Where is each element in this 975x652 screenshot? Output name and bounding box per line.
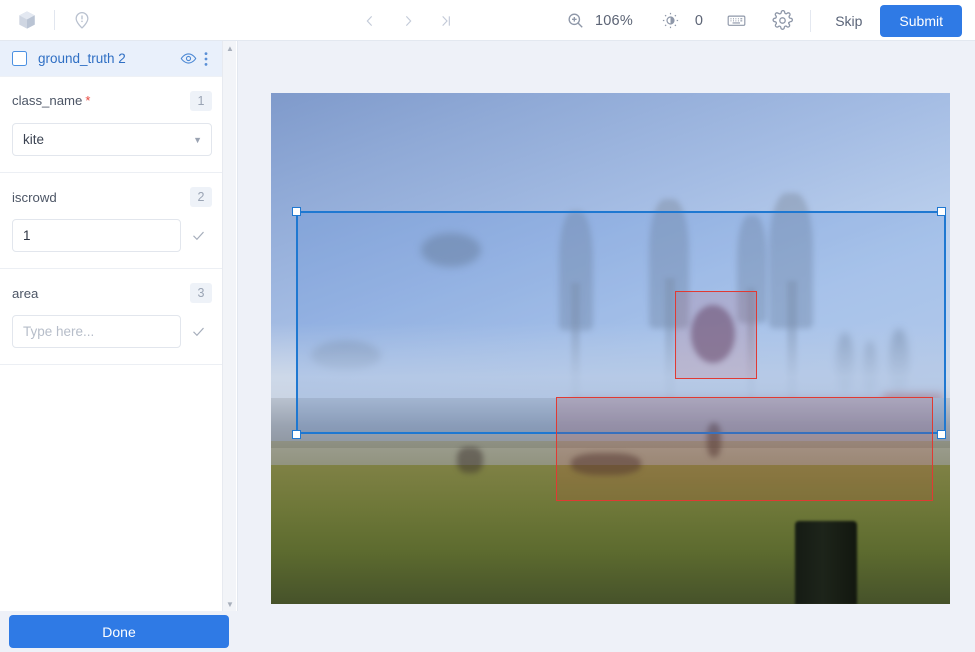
- brightness-value: 0: [694, 12, 704, 29]
- field-area: area 3: [0, 269, 224, 365]
- keyboard-icon[interactable]: [724, 9, 748, 33]
- last-image-button[interactable]: [434, 9, 458, 33]
- class-name-select[interactable]: kite ▼: [12, 123, 212, 156]
- done-button[interactable]: Done: [9, 615, 229, 648]
- scroll-down-arrow-icon[interactable]: ▼: [223, 597, 237, 611]
- zoom-control-group: 106%: [564, 10, 633, 32]
- field-area-badge: 3: [190, 283, 212, 303]
- field-area-row: [12, 315, 212, 348]
- iscrowd-input[interactable]: [12, 219, 181, 252]
- field-iscrowd-badge: 2: [190, 187, 212, 207]
- chevron-down-icon: ▼: [193, 134, 202, 145]
- field-class-name-header: class_name * 1: [12, 91, 212, 111]
- bbox-handle-top-right[interactable]: [937, 207, 946, 216]
- gear-icon[interactable]: [770, 9, 794, 33]
- bbox-kite[interactable]: [675, 291, 757, 379]
- field-iscrowd: iscrowd 2: [0, 173, 224, 269]
- next-image-button[interactable]: [396, 9, 420, 33]
- more-vertical-icon[interactable]: [198, 49, 214, 69]
- field-class-name: class_name * 1 kite ▼: [0, 77, 224, 173]
- bbox-crowd[interactable]: [556, 397, 933, 501]
- trash-bin-object: [795, 521, 857, 604]
- field-area-header: area 3: [12, 283, 212, 303]
- submit-button[interactable]: Submit: [880, 4, 962, 37]
- bbox-handle-bottom-left[interactable]: [292, 430, 301, 439]
- image-canvas-area[interactable]: [239, 41, 975, 652]
- previous-image-button[interactable]: [358, 9, 382, 33]
- field-iscrowd-header: iscrowd 2: [12, 187, 212, 207]
- toolbar-divider: [54, 10, 55, 30]
- sidebar-scroll-region: ground_truth 2 class_name * 1 kite ▼ isc…: [0, 41, 224, 611]
- field-class-name-label: class_name: [12, 93, 83, 108]
- eye-icon[interactable]: [178, 49, 198, 69]
- annotation-sidebar: ground_truth 2 class_name * 1 kite ▼ isc…: [0, 41, 238, 652]
- entity-header-ground-truth[interactable]: ground_truth 2: [0, 41, 224, 77]
- area-input[interactable]: [12, 315, 181, 348]
- field-iscrowd-label: iscrowd: [12, 189, 57, 205]
- skip-button[interactable]: Skip: [825, 7, 872, 35]
- bbox-handle-bottom-right[interactable]: [937, 430, 946, 439]
- scroll-up-arrow-icon[interactable]: ▲: [223, 41, 237, 55]
- entity-name-label: ground_truth 2: [38, 51, 126, 66]
- field-class-name-badge: 1: [190, 91, 212, 111]
- toolbar-divider-right: [810, 9, 812, 32]
- area-confirm-check-icon[interactable]: [189, 324, 207, 339]
- field-class-name-label-wrap: class_name *: [12, 92, 90, 110]
- image-navigation-group: [358, 0, 458, 41]
- required-asterisk: *: [85, 93, 91, 108]
- annotated-image[interactable]: [271, 93, 950, 604]
- location-pin-alert-icon[interactable]: [69, 7, 95, 33]
- person-figure: [457, 447, 483, 473]
- entity-checkbox[interactable]: [12, 51, 27, 66]
- field-iscrowd-row: [12, 219, 212, 252]
- zoom-in-icon[interactable]: [564, 10, 586, 32]
- toolbar-left-group: [0, 7, 95, 33]
- brightness-icon[interactable]: [659, 9, 683, 33]
- top-toolbar: 106% 0 Skip Submit: [0, 0, 975, 41]
- iscrowd-confirm-check-icon[interactable]: [189, 228, 207, 243]
- brightness-control-group: 0: [659, 9, 703, 33]
- sidebar-scrollbar[interactable]: ▲ ▼: [222, 41, 236, 611]
- toolbar-right-group: 106% 0 Skip Submit: [564, 0, 975, 41]
- cube-logo-icon[interactable]: [14, 7, 40, 33]
- bbox-handle-top-left[interactable]: [292, 207, 301, 216]
- field-class-name-row: kite ▼: [12, 123, 212, 156]
- done-button-bar: Done: [0, 611, 238, 652]
- field-area-label: area: [12, 285, 39, 301]
- class-name-selected-value: kite: [23, 132, 45, 147]
- zoom-level-value: 106%: [595, 12, 633, 29]
